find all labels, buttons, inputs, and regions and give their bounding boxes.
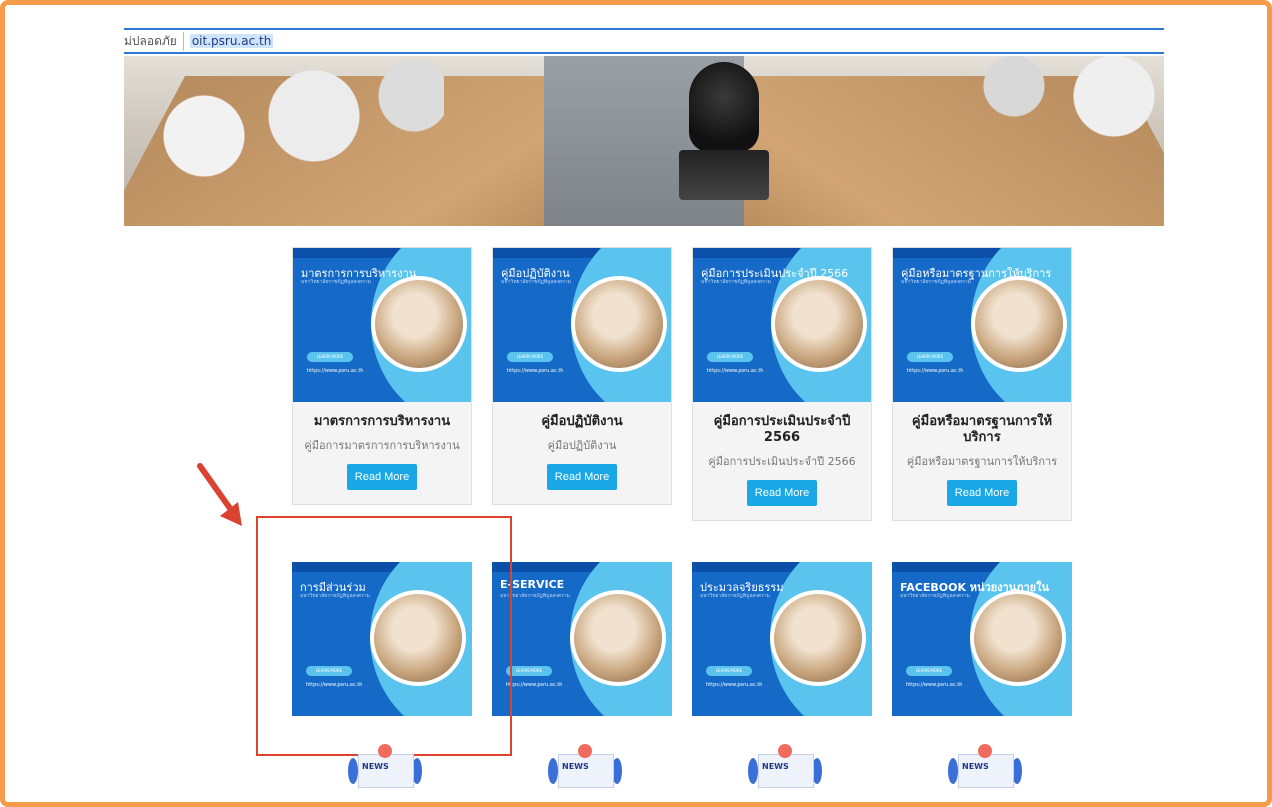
leaf-icon <box>948 758 958 784</box>
news-label: NEWS <box>362 762 389 771</box>
thumb-photo <box>770 590 866 686</box>
card-image[interactable]: คู่มือปฏิบัติงาน มหาวิทยาลัยราชภัฏพิบูลส… <box>493 248 671 402</box>
card-operation-manual: คู่มือปฏิบัติงาน มหาวิทยาลัยราชภัฏพิบูลส… <box>492 247 672 505</box>
card-image-site: https://www.psru.ac.th <box>907 368 964 374</box>
security-indicator[interactable]: ม่ปลอดภัย <box>124 31 184 51</box>
camera-base <box>679 150 769 200</box>
read-more-button[interactable]: Read More <box>947 480 1017 506</box>
learn-more-pill: LEARN MORE <box>906 666 952 676</box>
learn-more-pill: LEARN MORE <box>706 666 752 676</box>
thumb-facebook-internal[interactable]: FACEBOOK หน่วยงานภายใน มหาวิทยาลัยราชภัฏ… <box>892 562 1072 716</box>
card-description: คู่มือปฏิบัติงาน <box>547 439 617 452</box>
thumb-site: https://www.psru.ac.th <box>506 682 563 688</box>
newspaper-icon <box>958 754 1014 788</box>
person-icon <box>778 744 792 758</box>
thumb-e-service[interactable]: E-SERVICE มหาวิทยาลัยราชภัฏพิบูลสงคราม L… <box>492 562 672 716</box>
learn-more-pill: LEARN MORE <box>707 352 753 362</box>
address-bar[interactable]: ม่ปลอดภัย oit.psru.ac.th <box>124 28 1164 54</box>
leaf-icon <box>748 758 758 784</box>
learn-more-pill: LEARN MORE <box>506 666 552 676</box>
leaf-icon <box>548 758 558 784</box>
person-icon <box>378 744 392 758</box>
news-label: NEWS <box>962 762 989 771</box>
news-illustration[interactable]: NEWS <box>346 740 424 792</box>
card-description: คู่มือหรือมาตรฐานการให้บริการ <box>906 455 1058 468</box>
card-service-standard: คู่มือหรือมาตรฐานการให้บริการ มหาวิทยาลั… <box>892 247 1072 521</box>
hero-people-right <box>944 56 1164 226</box>
thumb-code-of-ethics[interactable]: ประมวลจริยธรรม มหาวิทยาลัยราชภัฏพิบูลสงค… <box>692 562 872 716</box>
thumb-subtitle: มหาวิทยาลัยราชภัฏพิบูลสงคราม <box>700 593 770 599</box>
person-icon <box>578 744 592 758</box>
card-title: มาตรการการบริหารงาน <box>313 414 451 429</box>
card-image[interactable]: คู่มือหรือมาตรฐานการให้บริการ มหาวิทยาลั… <box>893 248 1071 402</box>
camera-head <box>689 62 759 152</box>
thumb-photo <box>970 590 1066 686</box>
newspaper-icon <box>558 754 614 788</box>
thumb-subtitle: มหาวิทยาลัยราชภัฏพิบูลสงคราม <box>900 593 970 599</box>
highlight-box <box>256 516 512 756</box>
card-image-subtitle: มหาวิทยาลัยราชภัฏพิบูลสงคราม <box>301 279 371 285</box>
card-image-photo <box>771 276 867 372</box>
card-description: คู่มือการประเมินประจำปี 2566 <box>708 455 856 468</box>
card-image-subtitle: มหาวิทยาลัยราชภัฏพิบูลสงคราม <box>901 279 971 285</box>
card-image[interactable]: คู่มือการประเมินประจำปี 2566 มหาวิทยาลัย… <box>693 248 871 402</box>
card-image-site: https://www.psru.ac.th <box>507 368 564 374</box>
card-title: คู่มือการประเมินประจำปี 2566 <box>713 414 851 445</box>
card-image[interactable]: มาตรการการบริหารงาน มหาวิทยาลัยราชภัฏพิบ… <box>293 248 471 402</box>
card-annual-evaluation: คู่มือการประเมินประจำปี 2566 มหาวิทยาลัย… <box>692 247 872 521</box>
card-image-subtitle: มหาวิทยาลัยราชภัฏพิบูลสงคราม <box>701 279 771 285</box>
news-illustration[interactable]: NEWS <box>946 740 1024 792</box>
card-title: คู่มือปฏิบัติงาน <box>541 414 623 429</box>
thumb-site: https://www.psru.ac.th <box>906 682 963 688</box>
card-image-photo <box>571 276 667 372</box>
read-more-button[interactable]: Read More <box>547 464 617 490</box>
card-image-photo <box>371 276 467 372</box>
newspaper-icon <box>758 754 814 788</box>
person-icon <box>978 744 992 758</box>
hero-people-left <box>124 56 444 226</box>
url-text[interactable]: oit.psru.ac.th <box>189 34 274 48</box>
news-illustration[interactable]: NEWS <box>746 740 824 792</box>
news-label: NEWS <box>562 762 589 771</box>
learn-more-pill: LEARN MORE <box>507 352 553 362</box>
read-more-button[interactable]: Read More <box>747 480 817 506</box>
thumb-photo <box>570 590 666 686</box>
card-management-measures: มาตรการการบริหารงาน มหาวิทยาลัยราชภัฏพิบ… <box>292 247 472 505</box>
newspaper-icon <box>358 754 414 788</box>
read-more-button[interactable]: Read More <box>347 464 417 490</box>
hero-camera <box>679 62 769 212</box>
card-description: คู่มือการมาตรการการบริหารงาน <box>304 439 460 452</box>
news-illustration[interactable]: NEWS <box>546 740 624 792</box>
hero-banner <box>124 56 1164 226</box>
card-image-subtitle: มหาวิทยาลัยราชภัฏพิบูลสงคราม <box>501 279 571 285</box>
red-arrow-icon <box>197 463 242 526</box>
card-image-photo <box>971 276 1067 372</box>
card-image-site: https://www.psru.ac.th <box>307 368 364 374</box>
card-image-site: https://www.psru.ac.th <box>707 368 764 374</box>
leaf-icon <box>348 758 358 784</box>
news-label: NEWS <box>762 762 789 771</box>
card-title: คู่มือหรือมาตรฐานการให้บริการ <box>911 414 1053 445</box>
thumb-site: https://www.psru.ac.th <box>706 682 763 688</box>
learn-more-pill: LEARN MORE <box>307 352 353 362</box>
learn-more-pill: LEARN MORE <box>907 352 953 362</box>
